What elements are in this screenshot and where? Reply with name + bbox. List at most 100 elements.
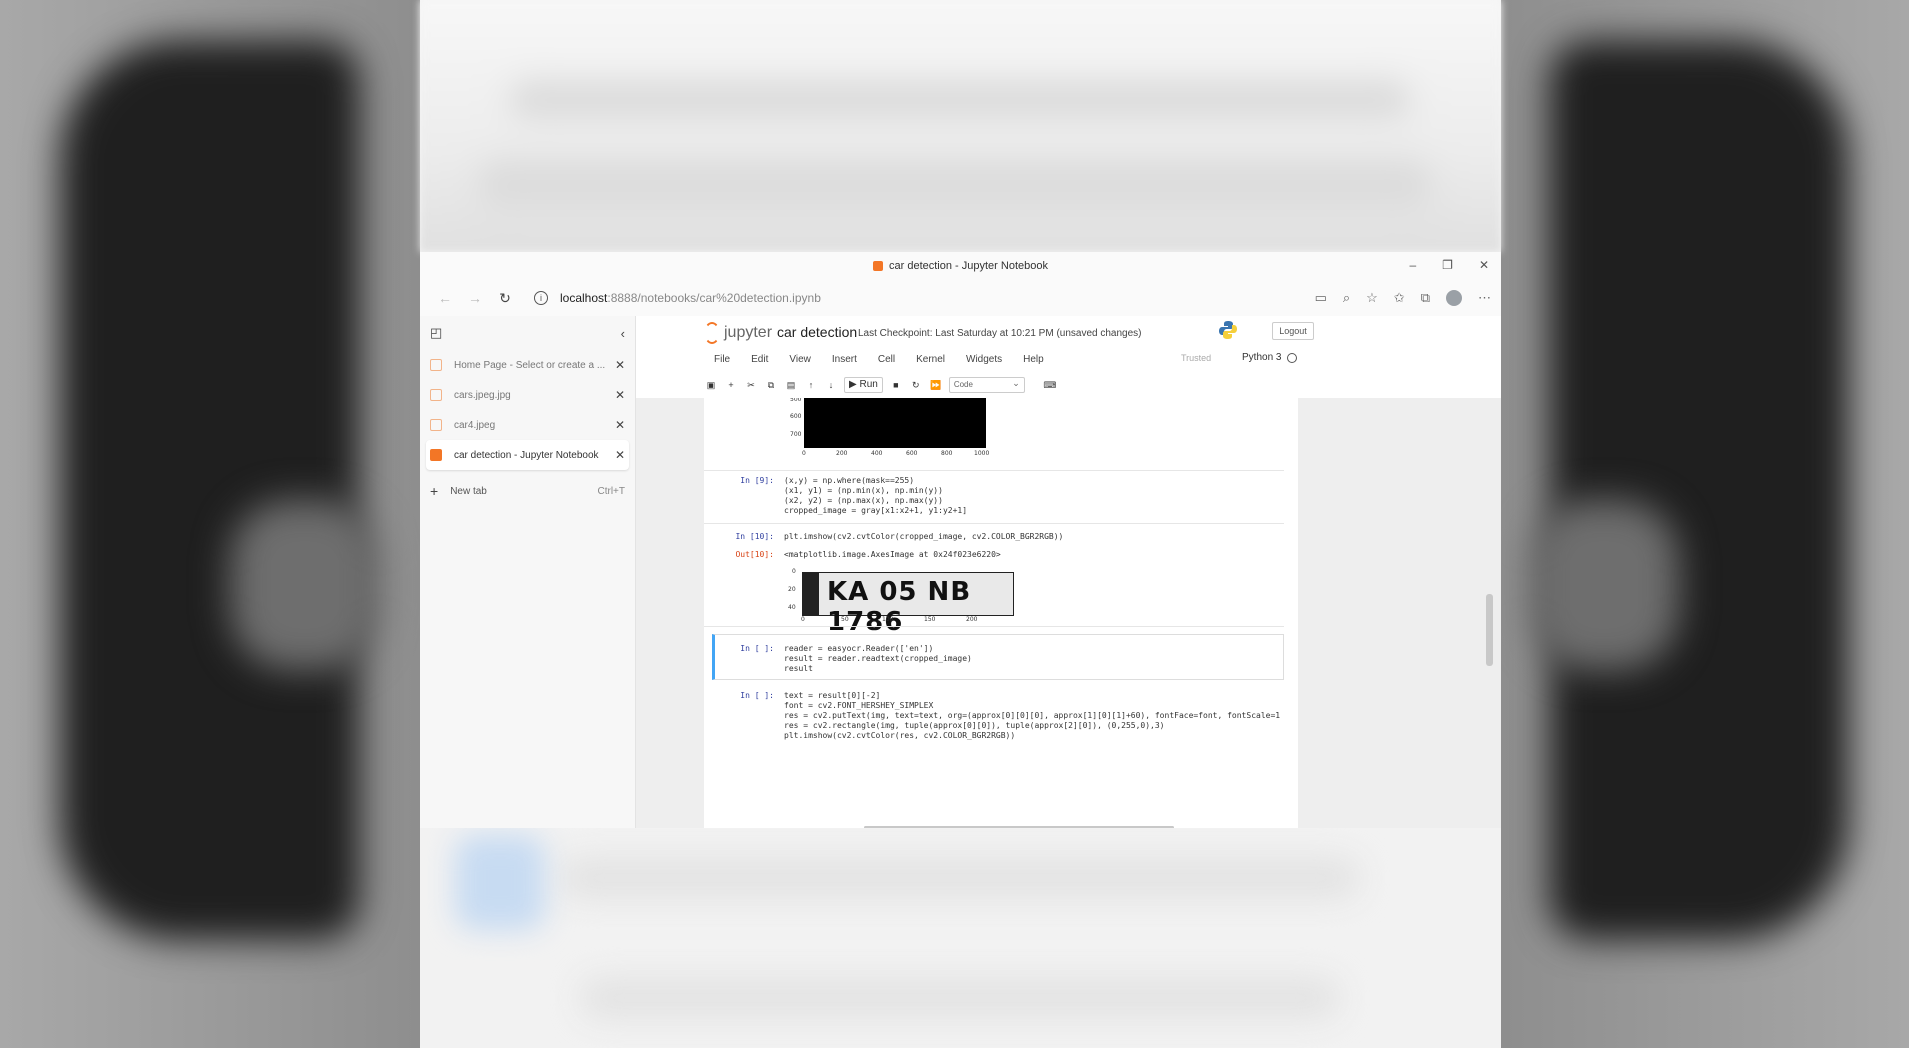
menu-file[interactable]: File bbox=[714, 354, 730, 365]
menu-help[interactable]: Help bbox=[1023, 354, 1044, 365]
vertical-scrollbar-thumb[interactable] bbox=[1486, 594, 1493, 666]
code-cell-easyocr[interactable]: reader = easyocr.Reader(['en']) result =… bbox=[784, 644, 972, 674]
jupyter-logo[interactable]: jupyter bbox=[704, 322, 772, 344]
plot1-xtick: 400 bbox=[871, 450, 883, 457]
tab-car4-jpeg[interactable]: car4.jpeg ✕ bbox=[420, 410, 635, 440]
code-line: res = cv2.putText(img, text=text, org=(a… bbox=[784, 711, 1281, 720]
window-title: car detection - Jupyter Notebook bbox=[889, 260, 1048, 272]
reader-view-icon[interactable]: ▭ bbox=[1315, 290, 1327, 306]
background-car-left bbox=[60, 40, 360, 940]
code-line: res = cv2.rectangle(img, tuple(approx[0]… bbox=[784, 721, 1165, 730]
menu-widgets[interactable]: Widgets bbox=[966, 354, 1002, 365]
tab-home-page[interactable]: Home Page - Select or create a ... ✕ bbox=[420, 350, 635, 380]
move-down-icon[interactable]: ↓ bbox=[824, 378, 838, 392]
menu-bar: File Edit View Insert Cell Kernel Widget… bbox=[636, 346, 1501, 372]
output-prompt: Out[10]: bbox=[735, 550, 774, 559]
collapse-panel-icon[interactable]: ‹ bbox=[621, 326, 625, 341]
copy-icon[interactable]: ⧉ bbox=[764, 378, 778, 392]
blurred-blue-shape bbox=[455, 835, 545, 930]
close-tab-icon[interactable]: ✕ bbox=[615, 388, 625, 402]
code-cell-puttext[interactable]: text = result[0][-2] font = cv2.FONT_HER… bbox=[784, 691, 1289, 741]
code-line: (x1, y1) = (np.min(x), np.min(y)) bbox=[784, 486, 943, 495]
jupyter-page: jupyter car detection Last Checkpoint: L… bbox=[636, 316, 1501, 828]
tab-car-detection[interactable]: car detection - Jupyter Notebook ✕ bbox=[426, 440, 629, 470]
title-bar: car detection - Jupyter Notebook – ❐ ✕ bbox=[420, 252, 1501, 280]
close-tab-icon[interactable]: ✕ bbox=[615, 418, 625, 432]
menu-insert[interactable]: Insert bbox=[832, 354, 857, 365]
cut-icon[interactable]: ✂ bbox=[744, 378, 758, 392]
menu-edit[interactable]: Edit bbox=[751, 354, 768, 365]
notebook-title[interactable]: car detection bbox=[777, 324, 857, 340]
plot2-ytick: 20 bbox=[788, 586, 796, 593]
tab-actions-icon[interactable]: ◰ bbox=[430, 325, 442, 341]
notebook-scroll-area[interactable]: 500 600 700 0 200 400 600 800 1000 In [9… bbox=[636, 398, 1501, 828]
menu-view[interactable]: View bbox=[789, 354, 811, 365]
minimize-icon[interactable]: – bbox=[1409, 258, 1416, 272]
tab-label: car4.jpeg bbox=[454, 419, 496, 431]
code-cell-9[interactable]: (x,y) = np.where(mask==255) (x1, y1) = (… bbox=[784, 476, 967, 516]
run-button[interactable]: ▶ Run bbox=[844, 377, 883, 393]
plot2-ytick: 40 bbox=[788, 604, 796, 611]
command-palette-icon[interactable]: ⌨ bbox=[1043, 378, 1057, 392]
new-tab-button[interactable]: + New tab Ctrl+T bbox=[420, 476, 635, 506]
cell-divider bbox=[704, 626, 1284, 627]
code-line: (x2, y2) = (np.max(x), np.max(y)) bbox=[784, 496, 943, 505]
notebook-toolbar: ▣ + ✂ ⧉ ▤ ↑ ↓ ▶ Run ■ ↻ ⏩ Code ⌨ bbox=[636, 372, 1501, 399]
collections-icon[interactable]: ⧉ bbox=[1421, 290, 1430, 306]
mask-image-output bbox=[804, 398, 986, 448]
zoom-icon[interactable]: ⌕ bbox=[1343, 290, 1350, 306]
plot2-xtick: 150 bbox=[924, 616, 936, 623]
restart-icon[interactable]: ↻ bbox=[909, 378, 923, 392]
back-icon[interactable]: ← bbox=[430, 290, 460, 306]
cell-type-select[interactable]: Code bbox=[948, 376, 1025, 393]
favorite-star-icon[interactable]: ☆ bbox=[1366, 290, 1378, 306]
paste-icon[interactable]: ▤ bbox=[784, 378, 798, 392]
kernel-name: Python 3 bbox=[1242, 352, 1282, 363]
python-logo-icon bbox=[1219, 321, 1237, 339]
favorites-icon[interactable]: ✩ bbox=[1394, 290, 1405, 306]
plot2-xtick: 0 bbox=[801, 616, 805, 623]
close-tab-icon[interactable]: ✕ bbox=[615, 358, 625, 372]
kernel-indicator: Python 3 bbox=[1242, 352, 1298, 363]
profile-avatar[interactable] bbox=[1446, 290, 1462, 306]
url-field[interactable]: i localhost:8888/notebooks/car%20detecti… bbox=[534, 291, 821, 305]
restore-icon[interactable]: ❐ bbox=[1442, 258, 1453, 272]
code-line: cropped_image = gray[x1:x2+1, y1:y2+1] bbox=[784, 506, 968, 515]
background-car-right bbox=[1549, 40, 1849, 940]
tab-cars-jpeg[interactable]: cars.jpeg.jpg ✕ bbox=[420, 380, 635, 410]
new-tab-shortcut: Ctrl+T bbox=[597, 485, 626, 497]
save-icon[interactable]: ▣ bbox=[704, 378, 718, 392]
plot1-ytick: 600 bbox=[790, 413, 802, 420]
vertical-tabs-panel: ◰ ‹ Home Page - Select or create a ... ✕… bbox=[420, 316, 636, 828]
more-menu-icon[interactable]: ⋯ bbox=[1478, 290, 1491, 306]
plot2-xtick: 50 bbox=[841, 616, 849, 623]
insert-cell-icon[interactable]: + bbox=[724, 378, 738, 392]
menu-cell[interactable]: Cell bbox=[878, 354, 895, 365]
tab-label: Home Page - Select or create a ... bbox=[454, 359, 606, 371]
kernel-status-icon bbox=[1287, 352, 1298, 363]
trusted-badge[interactable]: Trusted bbox=[1181, 353, 1211, 363]
code-line: plt.imshow(cv2.cvtColor(res, cv2.COLOR_B… bbox=[784, 731, 1016, 740]
plate-text: KA 05 NB 1786 bbox=[827, 577, 972, 637]
browser-window: car detection - Jupyter Notebook – ❐ ✕ ←… bbox=[420, 252, 1501, 828]
restart-run-all-icon[interactable]: ⏩ bbox=[929, 378, 943, 392]
forward-icon[interactable]: → bbox=[460, 290, 490, 306]
close-tab-icon[interactable]: ✕ bbox=[615, 448, 625, 462]
code-cell-10[interactable]: plt.imshow(cv2.cvtColor(cropped_image, c… bbox=[784, 532, 1063, 542]
cell-divider bbox=[704, 523, 1284, 524]
plate-edge bbox=[803, 573, 819, 615]
code-line: font = cv2.FONT_HERSHEY_SIMPLEX bbox=[784, 701, 934, 710]
cell-prompt: In [10]: bbox=[735, 532, 774, 541]
horizontal-scrollbar[interactable] bbox=[864, 826, 1174, 828]
site-info-icon[interactable]: i bbox=[534, 291, 548, 305]
cell-prompt: In [ ]: bbox=[740, 644, 774, 653]
plot1-xtick: 1000 bbox=[974, 450, 990, 457]
refresh-icon[interactable]: ↻ bbox=[490, 290, 520, 307]
close-window-icon[interactable]: ✕ bbox=[1479, 258, 1489, 272]
move-up-icon[interactable]: ↑ bbox=[804, 378, 818, 392]
new-tab-label: New tab bbox=[450, 485, 487, 497]
interrupt-icon[interactable]: ■ bbox=[889, 378, 903, 392]
logout-button[interactable]: Logout bbox=[1272, 322, 1314, 340]
background-car-window-right bbox=[1529, 500, 1679, 670]
menu-kernel[interactable]: Kernel bbox=[916, 354, 945, 365]
